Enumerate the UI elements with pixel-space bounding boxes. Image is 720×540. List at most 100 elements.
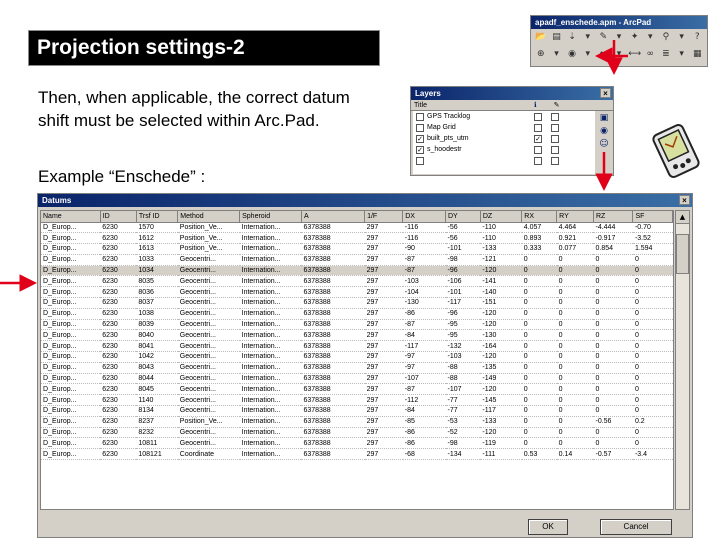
- dropdown-icon[interactable]: ▾: [581, 48, 595, 61]
- globe-icon[interactable]: ◉: [565, 48, 579, 61]
- close-icon[interactable]: ×: [600, 88, 611, 98]
- layer-row[interactable]: Map Grid: [413, 122, 595, 133]
- datums-dialog-caption: Datums ×: [38, 194, 692, 207]
- layer-visible-checkbox[interactable]: [416, 123, 424, 132]
- table-row[interactable]: D_Europ... 6230 8043 Geocentri... Internatio…: [41, 362, 673, 374]
- help-icon[interactable]: ?: [690, 31, 704, 44]
- layer-visible-checkbox[interactable]: [416, 112, 424, 121]
- info-icon[interactable]: ℹ: [531, 100, 537, 110]
- table-row[interactable]: D_Europ... 6230 10811 Geocentri... Internati…: [41, 437, 673, 450]
- layer-edit-checkbox[interactable]: [534, 156, 542, 165]
- scroll-thumb[interactable]: [676, 234, 689, 274]
- column-header[interactable]: RY: [556, 211, 594, 223]
- back-icon[interactable]: ⬅: [597, 48, 611, 61]
- column-header[interactable]: DX: [402, 211, 446, 223]
- table-cell: 297: [364, 437, 403, 450]
- table-row[interactable]: D_Europ... 6230 1038 Geocentri... Internatio…: [41, 308, 673, 320]
- column-header[interactable]: Trsf ID: [136, 211, 179, 223]
- table-cell: 1038: [136, 308, 178, 320]
- layer-row[interactable]: ✓ s_hoodestr: [413, 144, 595, 155]
- table-cell: 297: [364, 405, 403, 417]
- table-row[interactable]: D_Europ... 6230 8044 Geocentri... Internatio…: [41, 373, 673, 385]
- dropdown-icon[interactable]: ▾: [675, 48, 689, 61]
- column-header[interactable]: DY: [445, 211, 481, 223]
- dropdown-icon[interactable]: ▾: [550, 48, 564, 61]
- layer-visible-checkbox[interactable]: ✓: [416, 145, 424, 154]
- column-header[interactable]: Name: [41, 211, 101, 223]
- binoculars-icon[interactable]: ∞: [643, 48, 657, 61]
- table-cell: 297: [364, 416, 403, 428]
- table-row[interactable]: D_Europ... 6230 1042 Geocentri... Internatio…: [41, 351, 673, 363]
- table-cell: 6378388: [301, 286, 365, 299]
- layer-select-checkbox[interactable]: [551, 123, 559, 132]
- layer-select-checkbox[interactable]: [551, 145, 559, 154]
- measure-icon[interactable]: ⟷: [628, 48, 642, 61]
- layer-row[interactable]: GPS Tracklog: [413, 111, 595, 122]
- column-header[interactable]: DZ: [480, 211, 523, 223]
- layer-select-checkbox[interactable]: [551, 134, 559, 143]
- gps-icon[interactable]: ⇣: [565, 31, 579, 44]
- table-row[interactable]: D_Europ... 6230 8237 Position_Ve... Internat…: [41, 416, 673, 428]
- identify-icon[interactable]: ⚲: [659, 31, 673, 44]
- table-cell: -111: [480, 448, 522, 461]
- edit-icon[interactable]: ✎: [551, 100, 560, 110]
- capture-icon[interactable]: ✦: [628, 31, 642, 44]
- column-header[interactable]: A: [301, 211, 366, 223]
- zoom-icon[interactable]: ⊕: [534, 48, 548, 61]
- table-row[interactable]: D_Europ... 6230 8035 Geocentri... Internatio…: [41, 275, 673, 288]
- table-row[interactable]: D_Europ... 6230 8045 Geocentri... Internatio…: [41, 383, 673, 396]
- dropdown-icon[interactable]: ▾: [643, 31, 657, 44]
- layer-select-checkbox[interactable]: [551, 112, 559, 121]
- layer-row[interactable]: [413, 155, 595, 166]
- table-row[interactable]: D_Europ... 6230 1140 Geocentri... Internatio…: [41, 394, 673, 407]
- column-header[interactable]: Spheroid: [239, 211, 302, 223]
- layer-row[interactable]: ✓ built_pts_utm ✓: [413, 133, 595, 144]
- table-row[interactable]: D_Europ... 6230 1612 Position_Ve... Internat…: [41, 232, 673, 245]
- column-header[interactable]: 1/F: [364, 211, 404, 223]
- table-row[interactable]: D_Europ... 6230 8040 Geocentri... Internatio…: [41, 329, 673, 342]
- column-header[interactable]: Method: [177, 211, 241, 223]
- table-cell: 8040: [136, 329, 178, 342]
- close-icon[interactable]: ×: [679, 195, 690, 205]
- table-row[interactable]: D_Europ... 6230 8232 Geocentri... Internatio…: [41, 427, 673, 439]
- layer-edit-checkbox[interactable]: [534, 112, 542, 121]
- table-row[interactable]: D_Europ... 6230 1033 Geocentri... Internatio…: [41, 254, 673, 266]
- dropdown-icon[interactable]: ▾: [581, 31, 595, 44]
- column-header[interactable]: ID: [100, 211, 137, 223]
- layer-properties-icon[interactable]: ▣: [597, 113, 611, 123]
- layer-edit-checkbox[interactable]: [534, 123, 542, 132]
- column-header[interactable]: RZ: [593, 211, 634, 223]
- table-row[interactable]: D_Europ... 6230 1613 Position_Ve... Internat…: [41, 243, 673, 255]
- table-cell: -130: [402, 297, 446, 309]
- table-row[interactable]: D_Europ... 6230 108121 Coordinate Internatio…: [41, 448, 673, 461]
- layer-visible-checkbox[interactable]: [416, 156, 424, 165]
- save-icon[interactable]: ▤: [550, 31, 564, 44]
- table-cell: 0: [593, 286, 633, 299]
- layer-user-icon[interactable]: ☺: [597, 139, 611, 149]
- map-icon[interactable]: ▦: [690, 48, 704, 61]
- table-row[interactable]: D_Europ... 6230 8041 Geocentri... Internatio…: [41, 340, 673, 353]
- dropdown-icon[interactable]: ▾: [612, 31, 626, 44]
- column-header[interactable]: SF: [632, 211, 673, 223]
- dropdown-icon[interactable]: ▾: [675, 31, 689, 44]
- cancel-button[interactable]: Cancel: [600, 519, 672, 535]
- table-row[interactable]: D_Europ... 6230 8036 Geocentri... Internatio…: [41, 286, 673, 299]
- layer-edit-checkbox[interactable]: ✓: [534, 134, 542, 143]
- layer-globe-icon[interactable]: ◉: [597, 126, 611, 136]
- table-row[interactable]: D_Europ... 6230 8039 Geocentri... Internatio…: [41, 319, 673, 331]
- layer-select-checkbox[interactable]: [551, 156, 559, 165]
- edit-icon[interactable]: ✎: [597, 31, 611, 44]
- open-icon[interactable]: 📂: [534, 31, 548, 44]
- layers-icon[interactable]: ≣: [659, 48, 673, 61]
- datums-scrollbar[interactable]: ▲: [675, 210, 690, 510]
- layer-edit-checkbox[interactable]: [534, 145, 542, 154]
- table-row[interactable]: D_Europ... 6230 8134 Geocentri... Internatio…: [41, 405, 673, 417]
- table-row[interactable]: D_Europ... 6230 1570 Position_Ve... Internat…: [41, 222, 673, 234]
- ok-button[interactable]: OK: [528, 519, 568, 535]
- dropdown-icon[interactable]: ▾: [612, 48, 626, 61]
- table-row[interactable]: D_Europ... 6230 8037 Geocentri... Internatio…: [41, 297, 673, 309]
- layer-visible-checkbox[interactable]: ✓: [416, 134, 424, 143]
- column-header[interactable]: RX: [521, 211, 558, 223]
- table-row[interactable]: D_Europ... 6230 1034 Geocentri... Internatio…: [41, 265, 673, 277]
- scroll-up-icon[interactable]: ▲: [676, 211, 689, 224]
